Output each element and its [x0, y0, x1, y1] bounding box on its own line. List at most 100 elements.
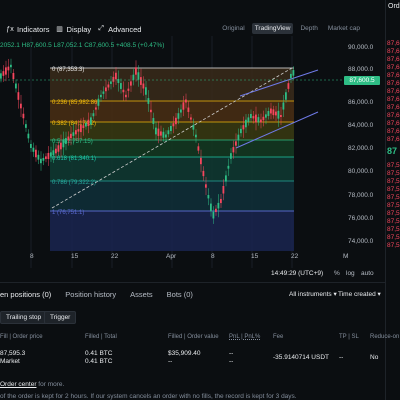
candle-body [22, 113, 25, 119]
instruments-filter-label: All instruments [289, 291, 332, 298]
tab-original[interactable]: Original [219, 23, 247, 34]
candle-body [282, 102, 285, 110]
y-tick: 80,000.0 [348, 168, 374, 175]
candlestick-chart-svg[interactable]: 0 (87,353.3) 0.236 (85,982.86) 0.382 (84,1… [0, 36, 385, 268]
time-filter-dropdown[interactable]: Time created ▾ [338, 290, 381, 298]
bid-price[interactable]: 87,5 [387, 226, 400, 233]
candle-body [262, 116, 265, 121]
tab-open-positions[interactable]: en positions (0) [0, 290, 51, 299]
indicators-label: Indicators [17, 24, 50, 34]
candle-body [210, 203, 212, 212]
bid-price[interactable]: 87,5 [387, 218, 400, 225]
chart-toolbar: ƒx Indicators ▥ Display ⤢ Advanced Origi… [0, 22, 385, 36]
ask-price[interactable]: 87,6 [387, 112, 400, 119]
candle-body [70, 133, 72, 139]
order-book-title: Ord [388, 3, 400, 10]
candle-body [207, 195, 210, 199]
candle-body [10, 64, 12, 68]
ask-price[interactable]: 87,6 [387, 80, 400, 87]
footer-link-suffix: for more. [36, 381, 65, 388]
trigger-filter[interactable]: Trigger [44, 311, 77, 324]
col-header: PnL | PnL% [229, 334, 261, 340]
ask-price[interactable]: 87,6 [387, 56, 400, 63]
bid-price[interactable]: 87,5 [387, 194, 400, 201]
trailing-stop-filter[interactable]: Trailing stop [0, 311, 48, 324]
bid-price[interactable]: 87,5 [387, 202, 400, 209]
candle-body [72, 132, 75, 136]
candle-body [165, 134, 167, 138]
candle-body [65, 138, 67, 144]
ask-price[interactable]: 87,6 [387, 120, 400, 127]
candle-body [200, 157, 202, 165]
candle-body [110, 81, 112, 84]
log-scale-toggle[interactable]: log [346, 270, 355, 277]
candle-body [55, 148, 57, 154]
ask-price[interactable]: 87,6 [387, 64, 400, 71]
x-tick: 22 [291, 253, 299, 260]
candle-body [242, 125, 245, 130]
display-button[interactable]: ▥ Display [56, 25, 91, 34]
y-tick: 74,000.0 [348, 238, 374, 245]
ask-price[interactable]: 87,6 [387, 136, 400, 143]
candle-body [137, 72, 140, 80]
candle-body [250, 113, 252, 119]
candle-body [105, 87, 107, 92]
tab-assets[interactable]: Assets [130, 290, 153, 299]
order-center-link[interactable]: Order center [0, 381, 37, 388]
bid-price[interactable]: 87,5 [387, 178, 400, 185]
auto-scale-toggle[interactable]: auto [361, 270, 374, 277]
bid-price[interactable]: 87,5 [387, 170, 400, 177]
bid-price[interactable]: 87,5 [387, 242, 400, 249]
tab-position-history[interactable]: Position history [65, 290, 116, 299]
instruments-filter-dropdown[interactable]: All instruments ▾ [289, 290, 337, 298]
ask-price[interactable]: 87,6 [387, 88, 400, 95]
y-tick: 84,000.0 [348, 122, 374, 129]
time-readout: 14:49:29 (UTC+9) [271, 270, 324, 277]
indicators-button[interactable]: ƒx Indicators [6, 24, 50, 34]
bid-price[interactable]: 87,5 [387, 234, 400, 241]
candle-body [265, 114, 267, 118]
tab-tradingview[interactable]: TradingView [251, 23, 294, 34]
candle-body [215, 208, 217, 213]
bid-price[interactable]: 87,5 [387, 186, 400, 193]
order-price: 87,595.3 [0, 350, 26, 357]
candle-body [227, 165, 230, 169]
fib-label: 0.382 (84,174.2) [52, 121, 96, 127]
candle-body [205, 184, 207, 188]
tab-bots[interactable]: Bots (0) [167, 290, 193, 299]
percent-scale-toggle[interactable]: % [334, 270, 340, 277]
bid-price[interactable]: 87,5 [387, 162, 400, 169]
candle-body [45, 156, 47, 159]
candle-body [240, 128, 242, 134]
candle-body [50, 152, 52, 157]
candle-body [17, 92, 20, 100]
footer-note: of the order is kept for 2 hours. If our… [0, 393, 297, 400]
advanced-button[interactable]: ⤢ Advanced [97, 25, 141, 34]
ask-price[interactable]: 87,6 [387, 40, 400, 47]
ask-price[interactable]: 87,6 [387, 128, 400, 135]
candle-body [185, 99, 187, 103]
pnl: -- [229, 350, 234, 357]
tab-depth[interactable]: Depth [297, 23, 320, 34]
price-axis[interactable]: 90,000.0 88,000.0 86,000.0 84,000.0 82,0… [344, 36, 385, 268]
tab-market-cap[interactable]: Market cap [325, 23, 363, 34]
candle-body [75, 130, 77, 135]
candle-body [30, 144, 32, 148]
ask-price[interactable]: 87,6 [387, 96, 400, 103]
bid-price[interactable]: 87,5 [387, 210, 400, 217]
candle-body [245, 119, 247, 128]
ask-price[interactable]: 87,6 [387, 48, 400, 55]
filled-value: $35,909.40 [168, 350, 201, 357]
candle-body [217, 202, 220, 209]
candle-body [120, 83, 122, 89]
order-book-mid-price: 87 [387, 146, 398, 156]
candle-body [47, 152, 50, 160]
candle-body [40, 158, 42, 164]
price-chart[interactable]: 0 (87,353.3) 0.236 (85,982.86) 0.382 (84,1… [0, 36, 385, 268]
candle-body [140, 77, 142, 85]
candle-body [132, 74, 135, 80]
ask-price[interactable]: 87,6 [387, 104, 400, 111]
ask-price[interactable]: 87,6 [387, 72, 400, 79]
y-tick: 90,000.0 [348, 44, 374, 51]
x-tick: 8 [211, 253, 215, 260]
